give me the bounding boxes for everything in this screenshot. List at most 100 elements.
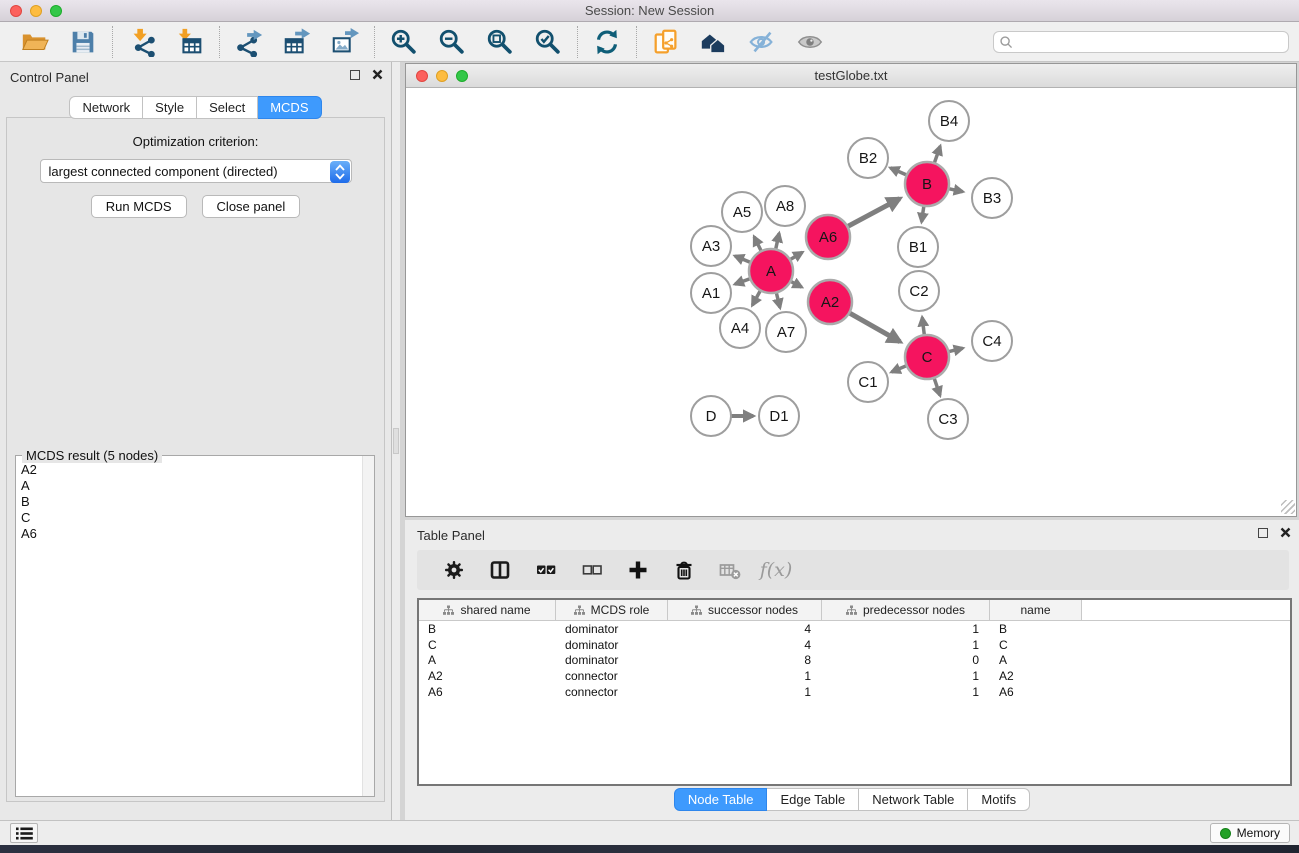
select-all-icon[interactable]	[523, 553, 569, 587]
table-cell[interactable]: dominator	[556, 622, 668, 636]
graph-node-A1[interactable]: A1	[691, 273, 731, 313]
graph-edge-A-A5[interactable]	[754, 237, 762, 252]
graph-node-B4[interactable]: B4	[929, 101, 969, 141]
graph-node-A5[interactable]: A5	[722, 192, 762, 232]
graph-edge-A-A1[interactable]	[735, 278, 751, 284]
graph-node-B2[interactable]: B2	[848, 138, 888, 178]
graph-node-A4[interactable]: A4	[720, 308, 760, 348]
column-header-name[interactable]: name	[990, 600, 1082, 620]
zoom-out-icon[interactable]	[435, 25, 469, 59]
table-tab-network-table[interactable]: Network Table	[859, 788, 968, 811]
table-cell[interactable]: 1	[668, 685, 822, 699]
search-input[interactable]	[993, 31, 1289, 53]
graph-edge-C-C4[interactable]	[947, 348, 962, 352]
table-cell[interactable]: 0	[822, 653, 990, 667]
graph-node-C4[interactable]: C4	[972, 321, 1012, 361]
memory-button[interactable]: Memory	[1210, 823, 1290, 843]
eye-icon[interactable]	[793, 25, 827, 59]
graph-edge-C-C2[interactable]	[922, 317, 924, 336]
graph-edge-A-A8[interactable]	[775, 233, 779, 250]
table-cell[interactable]: A2	[419, 669, 556, 683]
open-icon[interactable]	[18, 25, 52, 59]
table-cell[interactable]: 1	[822, 638, 990, 652]
graph-node-A2[interactable]: A2	[808, 280, 852, 324]
graph-edge-A-A7[interactable]	[776, 291, 780, 307]
close-panel-button[interactable]: Close panel	[202, 195, 301, 218]
table-cell[interactable]: 4	[668, 638, 822, 652]
columns-icon[interactable]	[477, 553, 523, 587]
home-icon[interactable]	[697, 25, 731, 59]
graph-node-D1[interactable]: D1	[759, 396, 799, 436]
graph-node-A[interactable]: A	[749, 249, 793, 293]
tab-mcds[interactable]: MCDS	[258, 96, 321, 119]
table-cell[interactable]: A	[990, 653, 1082, 667]
graph-node-A8[interactable]: A8	[765, 186, 805, 226]
graph-node-A3[interactable]: A3	[691, 226, 731, 266]
graph-edge-B-B3[interactable]	[948, 188, 963, 191]
table-cell[interactable]: B	[990, 622, 1082, 636]
table-cell[interactable]: C	[990, 638, 1082, 652]
zoom-selected-icon[interactable]	[531, 25, 565, 59]
mcds-result-item[interactable]: A	[17, 478, 361, 494]
graph-node-B3[interactable]: B3	[972, 178, 1012, 218]
column-header-MCDS-role[interactable]: MCDS role	[556, 600, 668, 620]
table-cell[interactable]: 1	[822, 669, 990, 683]
mcds-list-scrollbar[interactable]	[362, 456, 374, 796]
table-tab-node-table[interactable]: Node Table	[674, 788, 768, 811]
table-cell[interactable]: C	[419, 638, 556, 652]
graph-node-C2[interactable]: C2	[899, 271, 939, 311]
deselect-all-icon[interactable]	[569, 553, 615, 587]
table-row[interactable]: Bdominator41B	[419, 621, 1290, 637]
mcds-result-item[interactable]: B	[17, 494, 361, 510]
mcds-result-item[interactable]: C	[17, 510, 361, 526]
add-icon[interactable]	[615, 553, 661, 587]
table-cell[interactable]: B	[419, 622, 556, 636]
network-canvas[interactable]: B4B2BB3A5A8A6A3B1AA1C2A2A4A7C4CC1C3DD1	[406, 88, 1296, 515]
tab-network[interactable]: Network	[69, 96, 143, 119]
table-row[interactable]: A6connector11A6	[419, 684, 1290, 700]
graph-edge-C-C1[interactable]	[892, 365, 908, 372]
graph-edge-A-A3[interactable]	[735, 256, 752, 263]
export-image-icon[interactable]	[328, 25, 362, 59]
table-cell[interactable]: dominator	[556, 638, 668, 652]
delete-icon[interactable]	[661, 553, 707, 587]
graph-edge-B-B1[interactable]	[922, 205, 924, 222]
zoom-in-icon[interactable]	[387, 25, 421, 59]
table-float-panel-icon[interactable]	[1258, 528, 1268, 538]
table-cell[interactable]: dominator	[556, 653, 668, 667]
save-icon[interactable]	[66, 25, 100, 59]
table-cell[interactable]: A6	[990, 685, 1082, 699]
hide-eye-icon[interactable]	[745, 25, 779, 59]
import-network-icon[interactable]	[125, 25, 159, 59]
column-header-successor-nodes[interactable]: successor nodes	[668, 600, 822, 620]
column-header-shared-name[interactable]: shared name	[419, 600, 556, 620]
close-panel-icon[interactable]	[372, 69, 383, 80]
table-close-panel-icon[interactable]	[1280, 527, 1291, 538]
table-cell[interactable]: 4	[668, 622, 822, 636]
criterion-select[interactable]: largest connected component (directed)	[40, 159, 352, 183]
task-history-button[interactable]	[10, 823, 38, 843]
graph-node-C3[interactable]: C3	[928, 399, 968, 439]
zoom-fit-icon[interactable]	[483, 25, 517, 59]
table-tab-motifs[interactable]: Motifs	[968, 788, 1030, 811]
graph-edge-A2-C[interactable]	[848, 312, 900, 341]
graph-edge-B-B4[interactable]	[934, 146, 940, 164]
column-header-predecessor-nodes[interactable]: predecessor nodes	[822, 600, 990, 620]
graph-node-B1[interactable]: B1	[898, 227, 938, 267]
tab-style[interactable]: Style	[143, 96, 197, 119]
tab-select[interactable]: Select	[197, 96, 258, 119]
table-cell[interactable]: 1	[822, 685, 990, 699]
run-mcds-button[interactable]: Run MCDS	[91, 195, 187, 218]
mcds-result-item[interactable]: A6	[17, 526, 361, 542]
table-row[interactable]: Cdominator41C	[419, 637, 1290, 653]
table-tab-edge-table[interactable]: Edge Table	[767, 788, 859, 811]
graph-edge-A6-B[interactable]	[847, 199, 900, 227]
graph-node-A7[interactable]: A7	[766, 312, 806, 352]
table-cell[interactable]: connector	[556, 669, 668, 683]
graph-node-C1[interactable]: C1	[848, 362, 888, 402]
settings-icon[interactable]	[431, 553, 477, 587]
copy-view-icon[interactable]	[649, 25, 683, 59]
export-network-icon[interactable]	[232, 25, 266, 59]
table-row[interactable]: Adominator80A	[419, 652, 1290, 668]
graph-node-A6[interactable]: A6	[806, 215, 850, 259]
